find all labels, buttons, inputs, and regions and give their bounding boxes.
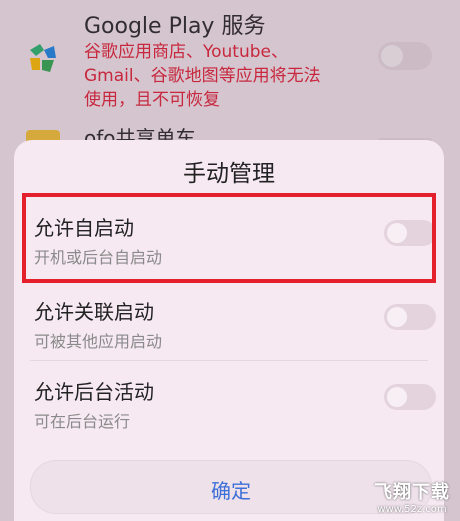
highlight-box	[22, 193, 436, 283]
divider	[30, 360, 428, 361]
dialog-title: 手动管理	[183, 161, 275, 187]
site-watermark: 飞翔下载 www.52z.com	[374, 482, 450, 515]
row-label: 允许关联启动	[34, 300, 154, 324]
row-label: 允许后台活动	[34, 380, 154, 404]
associated-start-toggle[interactable]	[384, 304, 436, 330]
background-activity-toggle[interactable]	[384, 384, 436, 410]
row-allow-associated-start[interactable]: 允许关联启动 可被其他应用启动	[30, 282, 436, 360]
row-allow-background-activity[interactable]: 允许后台活动 可在后台运行	[30, 362, 436, 440]
row-sublabel: 可在后台运行	[34, 412, 131, 431]
row-sublabel: 可被其他应用启动	[34, 332, 163, 351]
